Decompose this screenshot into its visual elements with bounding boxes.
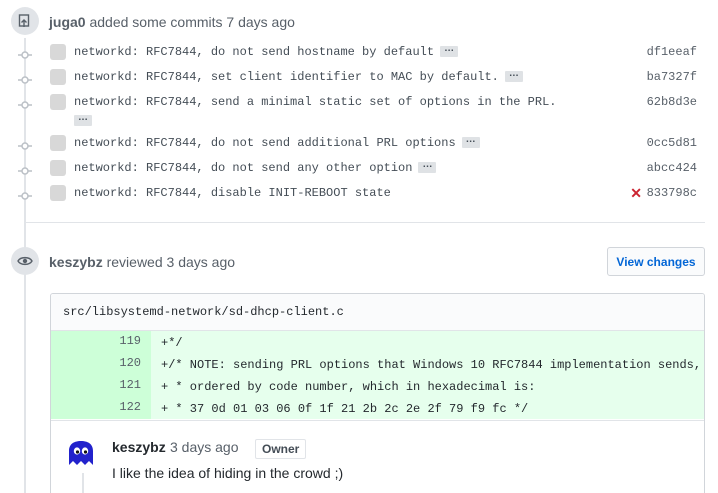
diff-code: +*/ — [151, 331, 704, 353]
commit-author-avatar[interactable] — [50, 160, 66, 176]
commit-author-avatar[interactable] — [50, 69, 66, 85]
push-time[interactable]: 7 days ago — [226, 14, 295, 30]
commit-row: networkd: RFC7844, do not send any other… — [0, 159, 718, 181]
push-event-header: juga0 added some commits 7 days ago — [49, 14, 295, 30]
commit-author-avatar[interactable] — [50, 135, 66, 151]
review-comment: keszybz 3 days ago Owner I like the idea… — [51, 420, 704, 493]
commit-message-link[interactable]: networkd: RFC7844, do not send additiona… — [74, 136, 456, 150]
review-time[interactable]: 3 days ago — [167, 254, 236, 270]
commit-author-avatar[interactable] — [50, 44, 66, 60]
diff-line: 121 + * ordered by code number, which in … — [51, 375, 704, 397]
commit-message: networkd: RFC7844, do not send additiona… — [74, 135, 480, 150]
eye-icon — [11, 247, 39, 275]
commit-row: networkd: RFC7844, set client identifier… — [0, 68, 718, 90]
git-commit-icon — [18, 98, 32, 110]
diff-line: 120 +/* NOTE: sending PRL options that Wi… — [51, 353, 704, 375]
review-action: reviewed — [106, 254, 163, 270]
git-commit-icon — [18, 139, 32, 151]
commit-sha-link[interactable]: 62b8d3e — [647, 95, 697, 109]
x-icon[interactable]: ✕ — [630, 186, 642, 200]
line-number[interactable]: 119 — [51, 331, 151, 353]
review-event-header: keszybz reviewed 3 days ago — [49, 254, 235, 270]
commit-message-link[interactable]: networkd: RFC7844, do not send any other… — [74, 161, 412, 175]
view-changes-button[interactable]: View changes — [607, 247, 705, 276]
git-commit-icon — [18, 48, 32, 60]
file-path[interactable]: src/libsystemd-network/sd-dhcp-client.c — [51, 294, 704, 331]
line-number[interactable]: 120 — [51, 353, 151, 375]
expand-commit-button[interactable]: … — [74, 113, 92, 126]
commit-message: networkd: RFC7844, send a minimal static… — [74, 95, 556, 126]
push-action: added some commits — [89, 14, 223, 30]
diff-line: 119 +*/ — [51, 331, 704, 353]
push-author[interactable]: juga0 — [49, 14, 86, 30]
commit-row: networkd: RFC7844, do not send hostname … — [0, 43, 718, 65]
divider — [24, 222, 705, 223]
comment-author[interactable]: keszybz — [112, 439, 166, 455]
commit-sha-link[interactable]: abcc424 — [647, 161, 697, 175]
diff-code: +/* NOTE: sending PRL options that Windo… — [151, 353, 704, 375]
commit-message-link[interactable]: networkd: RFC7844, disable INIT-REBOOT s… — [74, 186, 391, 200]
commit-message: networkd: RFC7844, disable INIT-REBOOT s… — [74, 186, 391, 200]
commit-author-avatar[interactable] — [50, 185, 66, 201]
commit-row: networkd: RFC7844, disable INIT-REBOOT s… — [0, 184, 718, 206]
review-file-box: src/libsystemd-network/sd-dhcp-client.c … — [50, 293, 705, 493]
commit-sha-link[interactable]: 833798c — [647, 186, 697, 200]
comment-thread-line — [82, 473, 84, 493]
commit-sha-link[interactable]: ba7327f — [647, 70, 697, 84]
commit-author-avatar[interactable] — [50, 94, 66, 110]
expand-commit-button[interactable]: … — [418, 160, 437, 174]
diff-lines: 119 +*/120 +/* NOTE: sending PRL options t… — [51, 331, 704, 419]
expand-commit-button[interactable]: … — [440, 44, 459, 58]
git-commit-icon — [18, 189, 32, 201]
commit-message: networkd: RFC7844, set client identifier… — [74, 69, 523, 84]
comment-time[interactable]: 3 days ago — [170, 439, 239, 455]
repo-push-icon — [11, 7, 39, 35]
commit-sha-link[interactable]: df1eeaf — [647, 45, 697, 59]
expand-commit-button[interactable]: … — [504, 69, 523, 83]
owner-badge: Owner — [255, 439, 307, 459]
line-number[interactable]: 122 — [51, 397, 151, 419]
expand-commit-button[interactable]: … — [461, 135, 480, 149]
commit-sha-link[interactable]: 0cc5d81 — [647, 136, 697, 150]
avatar[interactable] — [67, 439, 95, 467]
diff-code: + * 37 0d 01 03 06 0f 1f 21 2b 2c 2e 2f … — [151, 397, 704, 419]
commit-message-link[interactable]: networkd: RFC7844, do not send hostname … — [74, 45, 434, 59]
commit-row: networkd: RFC7844, send a minimal static… — [0, 93, 718, 126]
review-author[interactable]: keszybz — [49, 254, 103, 270]
commit-message: networkd: RFC7844, do not send hostname … — [74, 44, 459, 59]
comment-body: I like the idea of hiding in the crowd ;… — [112, 465, 344, 481]
line-number[interactable]: 121 — [51, 375, 151, 397]
commit-row: networkd: RFC7844, do not send additiona… — [0, 134, 718, 156]
commit-message-link[interactable]: networkd: RFC7844, set client identifier… — [74, 70, 499, 84]
diff-line: 122 + * 37 0d 01 03 06 0f 1f 21 2b 2c 2e … — [51, 397, 704, 419]
commit-message-link[interactable]: networkd: RFC7844, send a minimal static… — [74, 95, 556, 109]
git-commit-icon — [18, 164, 32, 176]
diff-code: + * ordered by code number, which in hex… — [151, 375, 704, 397]
commit-message: networkd: RFC7844, do not send any other… — [74, 160, 437, 175]
git-commit-icon — [18, 73, 32, 85]
